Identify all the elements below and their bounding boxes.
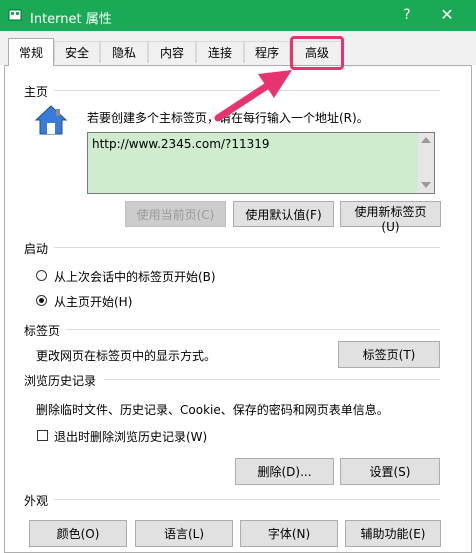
tabs-button[interactable]: 标签页(T) [338,341,440,368]
fonts-button[interactable]: 字体(N) [240,520,338,547]
delete-on-exit-checkbox[interactable] [37,430,48,441]
delete-history-button[interactable]: 删除(D)... [235,458,334,485]
help-button[interactable]: ? [396,4,418,26]
startup-section-label: 启动 [24,242,49,256]
startup-divider [54,247,440,248]
radio-homepage-label: 从主页开始(H) [54,295,133,309]
annotation-arrow-icon [214,70,292,122]
tabs-divider [66,329,440,330]
homepage-section-label: 主页 [24,85,49,99]
history-settings-button[interactable]: 设置(S) [340,458,440,485]
tab-security[interactable]: 安全 [54,41,100,63]
history-section-label: 浏览历史记录 [24,374,97,388]
radio-last-session-label: 从上次会话中的标签页开始(B) [54,270,216,284]
homepage-scrollbar[interactable] [418,133,434,193]
accessibility-button[interactable]: 辅助功能(E) [345,520,441,547]
use-new-tab-button[interactable]: 使用新标签页(U) [340,201,441,234]
appearance-section-label: 外观 [24,494,49,508]
radio-homepage[interactable] [36,295,47,306]
tab-content[interactable]: 内容 [148,41,196,63]
use-default-button[interactable]: 使用默认值(F) [233,201,334,227]
tab-privacy[interactable]: 隐私 [100,41,148,63]
languages-button[interactable]: 语言(L) [135,520,233,547]
close-button[interactable]: ✕ [436,4,458,26]
scroll-down-icon [421,182,431,188]
history-divider [104,379,440,380]
home-icon [34,104,68,136]
colors-button[interactable]: 颜色(O) [29,520,127,547]
window-title: Internet 属性 [30,12,112,27]
tab-general[interactable]: 常规 [8,38,54,66]
homepage-url-input[interactable]: http://www.2345.com/?11319 [87,132,435,194]
use-current-button[interactable]: 使用当前页(C) [125,201,226,227]
delete-on-exit-label: 退出时删除浏览历史记录(W) [54,430,208,444]
history-description: 删除临时文件、历史记录、Cookie、保存的密码和网页表单信息。 [36,403,389,417]
appearance-divider [54,499,440,500]
internet-options-icon [8,8,22,22]
scroll-up-icon [421,137,431,143]
tabs-section-label: 标签页 [24,324,61,338]
tabs-description: 更改网页在标签页中的显示方式。 [36,349,217,363]
radio-last-session[interactable] [36,270,47,281]
